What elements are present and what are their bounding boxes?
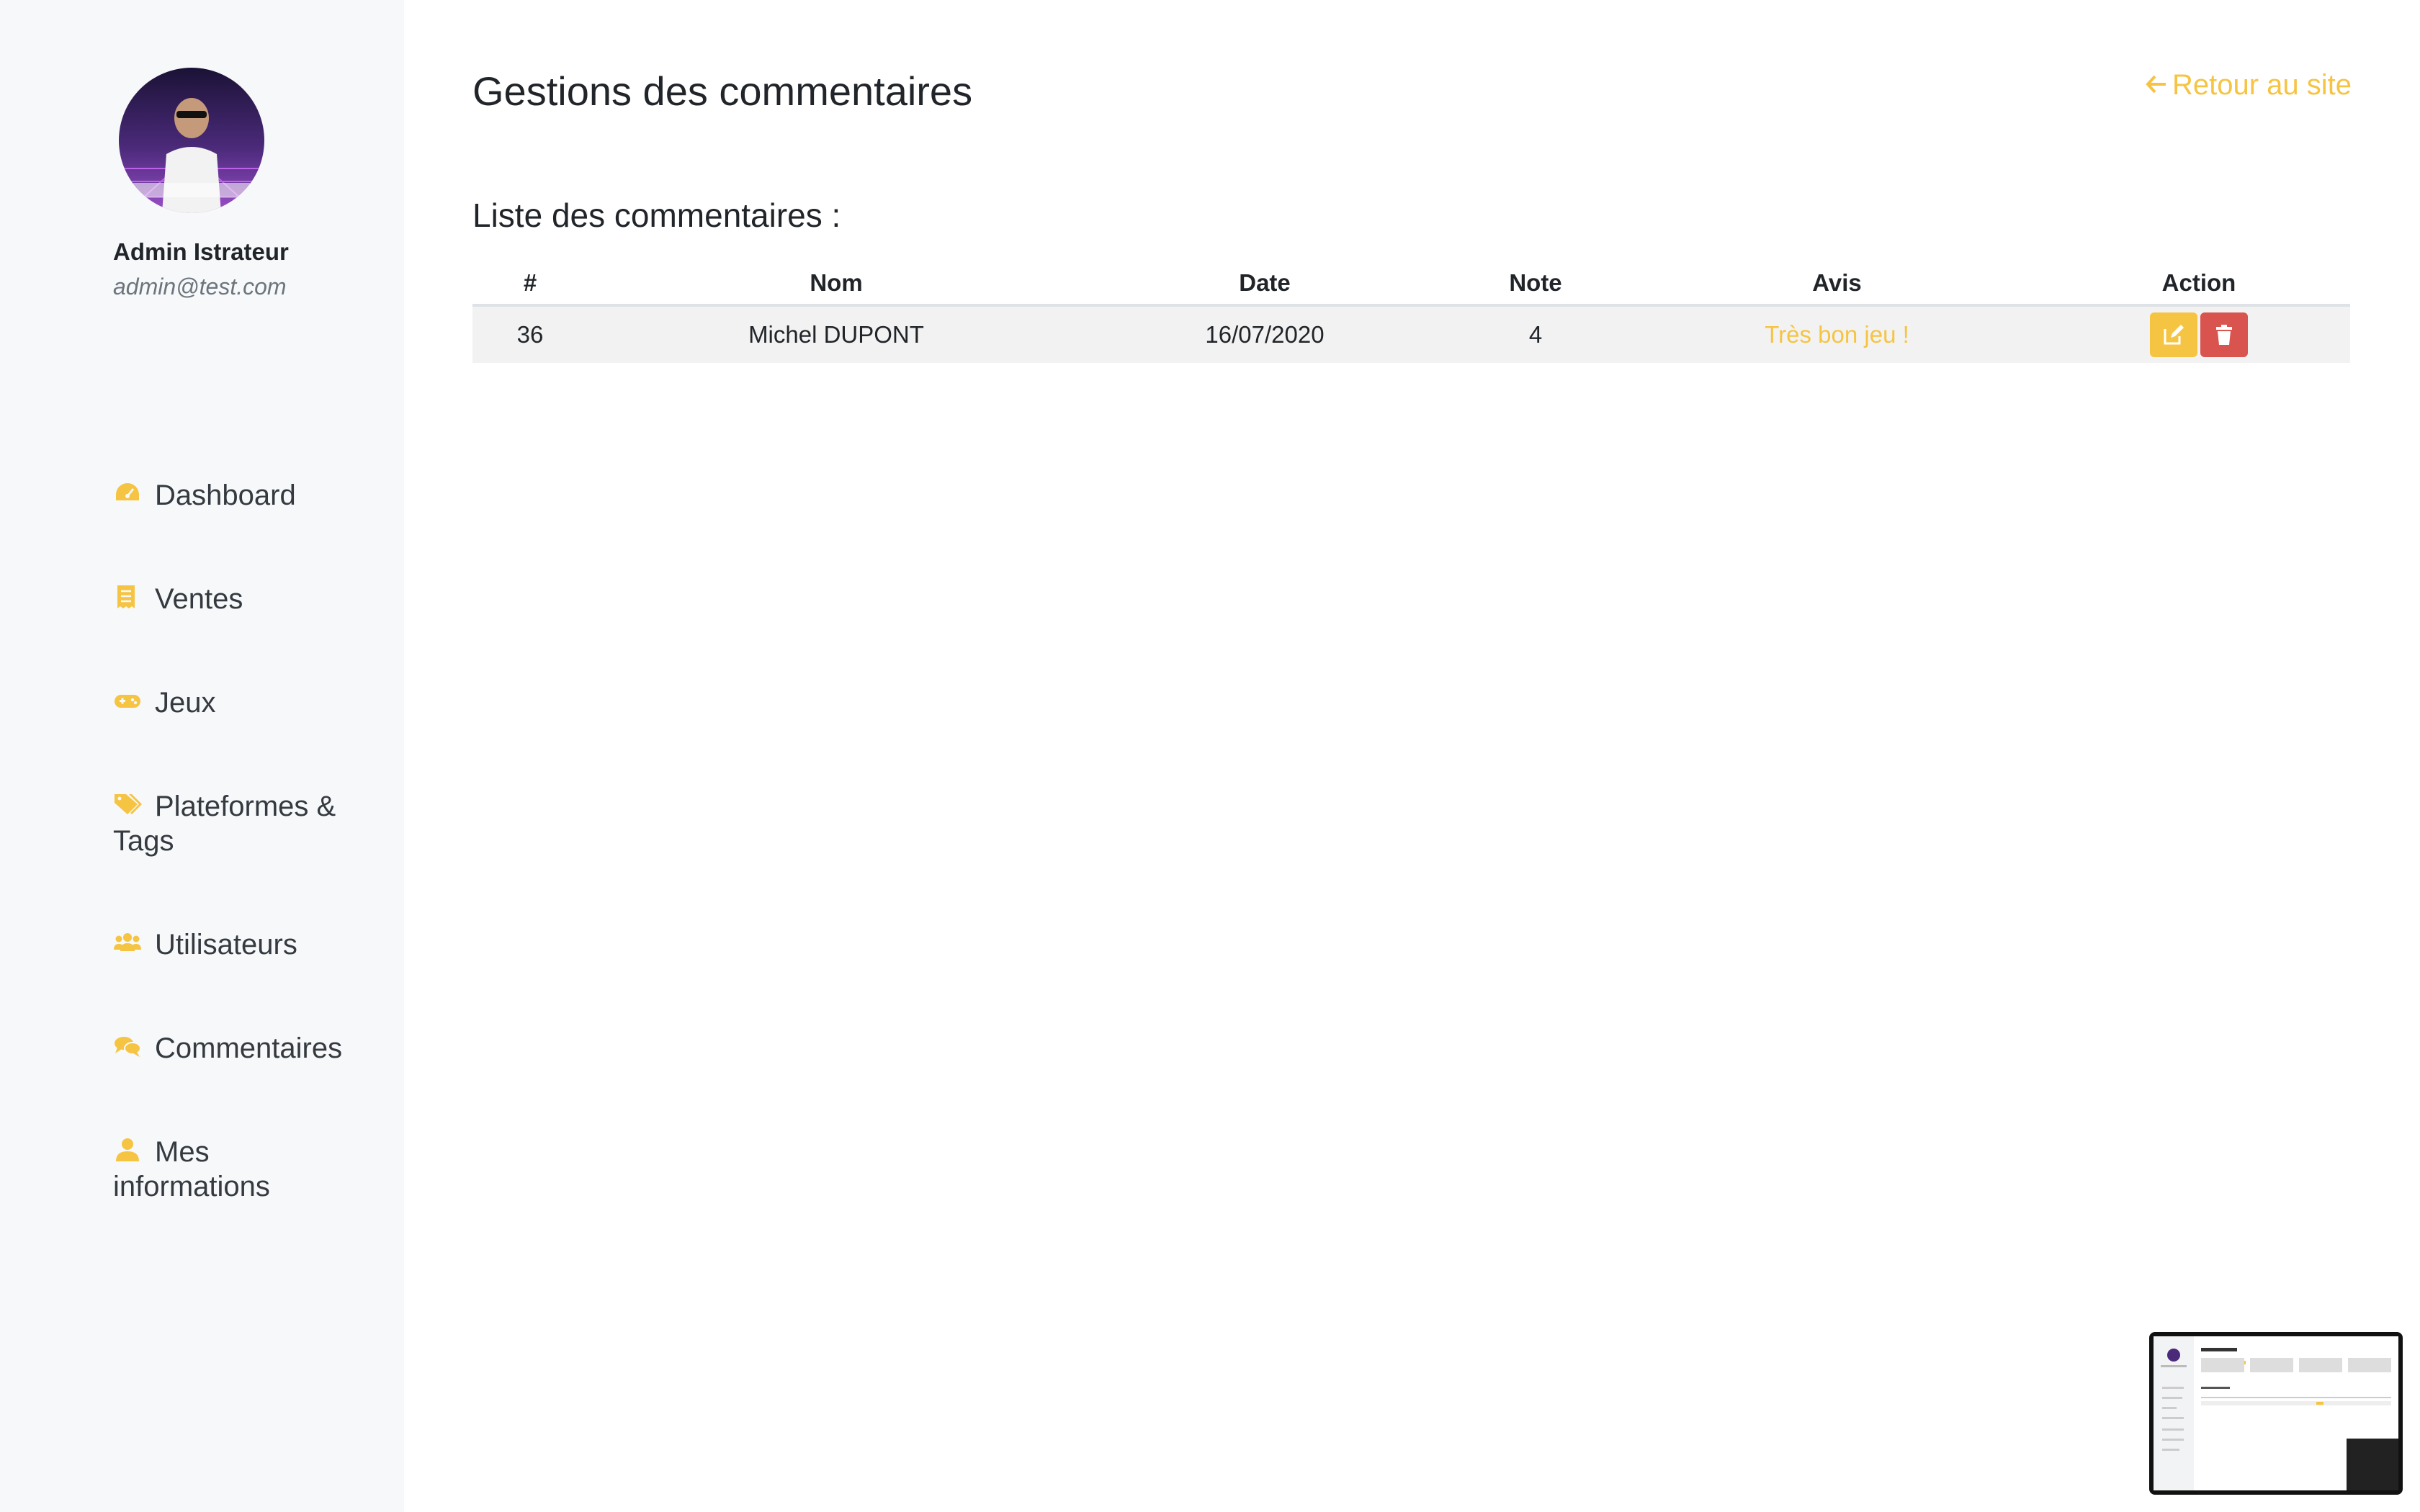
arrow-left-icon [2145,71,2168,94]
column-header-note: Note [1445,262,1626,307]
sidebar-item-ventes[interactable]: Ventes [113,582,358,616]
column-header-nom: Nom [588,262,1085,307]
sidebar-item-mes-informations[interactable]: Mes informations [113,1135,358,1204]
screen-preview-thumbnail[interactable] [2149,1332,2403,1495]
cell-id: 36 [472,305,588,363]
section-title: Liste des commentaires : [472,197,841,234]
sidebar-item-label: Utilisateurs [155,929,297,960]
sidebar-item-jeux[interactable]: Jeux [113,685,358,720]
page-title: Gestions des commentaires [472,68,973,114]
table-header-row: # Nom Date Note Avis Action [472,262,2350,307]
cell-action [2048,305,2350,363]
back-link-label: Retour au site [2172,69,2352,101]
sidebar-item-label: Dashboard [155,480,296,511]
sidebar: Admin Istrateur admin@test.com Dashboard… [0,0,404,1512]
sidebar-item-label: Plateformes & Tags [113,791,336,857]
user-icon [113,1135,142,1164]
cell-avis: Très bon jeu ! [1626,305,2048,363]
tags-icon [113,790,142,819]
trash-icon [2216,325,2232,345]
sidebar-item-label: Jeux [155,687,216,719]
profile-email: admin@test.com [113,274,287,300]
tachometer-icon [113,479,142,508]
column-header-id: # [472,262,588,307]
back-to-site-link[interactable]: Retour au site [2145,69,2352,102]
comments-table: # Nom Date Note Avis Action 36 Michel DU… [472,262,2350,363]
preview-corner [2347,1439,2398,1490]
profile-name: Admin Istrateur [113,238,289,265]
cell-note: 4 [1445,305,1626,363]
users-icon [113,928,142,957]
sidebar-item-dashboard[interactable]: Dashboard [113,478,358,513]
sidebar-item-utilisateurs[interactable]: Utilisateurs [113,927,358,962]
delete-button[interactable] [2200,312,2248,357]
sidebar-item-plateformes-tags[interactable]: Plateformes & Tags [113,789,358,858]
sidebar-item-commentaires[interactable]: Commentaires [113,1031,358,1066]
edit-button[interactable] [2150,312,2197,357]
avis-link[interactable]: Très bon jeu ! [1765,321,1909,348]
cell-date: 16/07/2020 [1085,305,1445,363]
column-header-date: Date [1085,262,1445,307]
edit-icon [2164,325,2184,345]
sidebar-item-label: Commentaires [155,1032,343,1064]
preview-image [2154,1336,2398,1490]
table-row: 36 Michel DUPONT 16/07/2020 4 Très bon j… [472,305,2350,363]
avatar [119,68,264,213]
column-header-action: Action [2048,262,2350,307]
sidebar-item-label: Ventes [155,583,243,615]
gamepad-icon [113,686,142,715]
receipt-icon [113,582,142,611]
comments-icon [113,1032,142,1061]
column-header-avis: Avis [1626,262,2048,307]
cell-nom: Michel DUPONT [588,305,1085,363]
